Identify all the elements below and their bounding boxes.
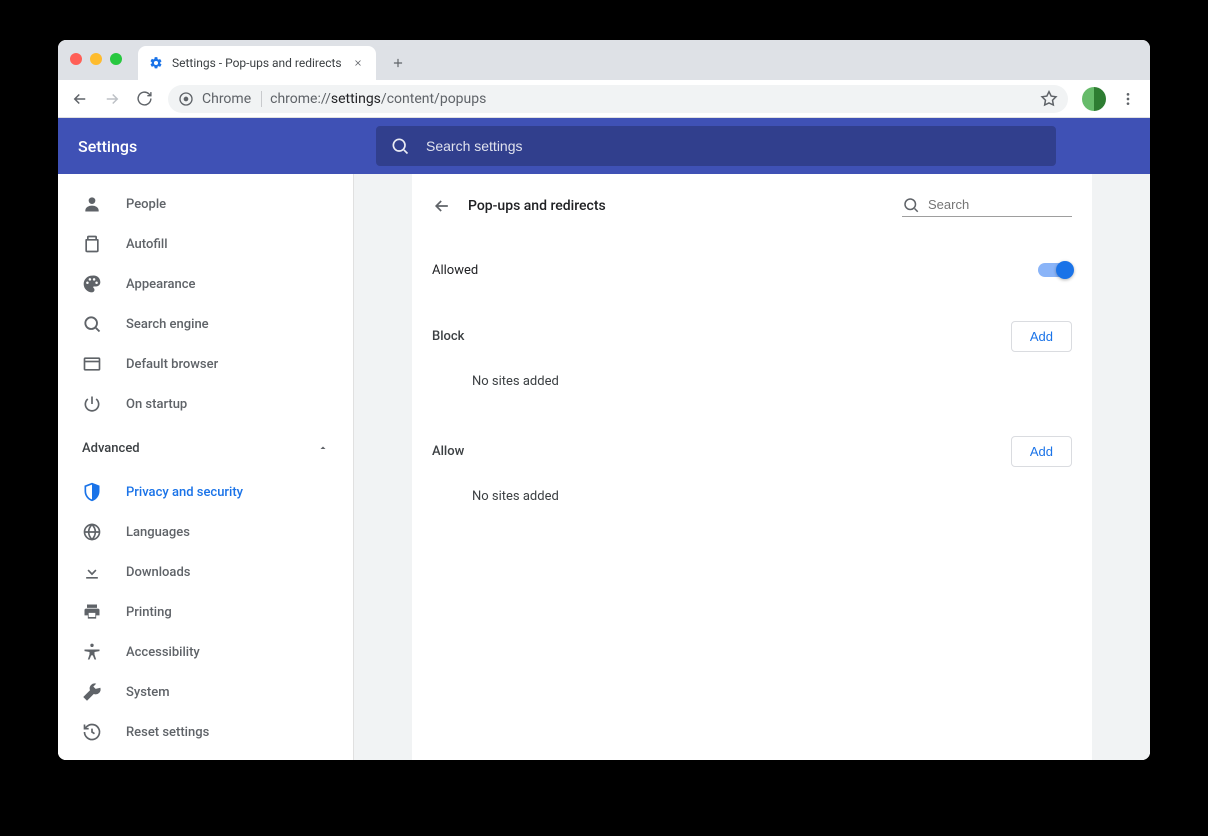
settings-body: People Autofill Appearance Search engine… — [58, 174, 1150, 760]
reload-button[interactable] — [130, 85, 158, 113]
browser-toolbar: Chrome chrome://settings/content/popups — [58, 80, 1150, 118]
settings-header: Settings — [58, 118, 1150, 174]
sidebar-item-system[interactable]: System — [58, 672, 353, 712]
close-window-button[interactable] — [70, 53, 82, 65]
tab-title: Settings - Pop-ups and redirects — [172, 56, 342, 70]
printer-icon — [82, 602, 102, 622]
page-title: Pop-ups and redirects — [468, 198, 606, 214]
bookmark-star-icon[interactable] — [1040, 90, 1058, 108]
sidebar-item-label: System — [126, 685, 170, 700]
window-controls — [70, 53, 122, 65]
wrench-icon — [82, 682, 102, 702]
chevron-up-icon — [317, 442, 329, 454]
settings-app-title: Settings — [78, 137, 356, 156]
sidebar-item-label: Reset settings — [126, 725, 209, 740]
content-area: Pop-ups and redirects Allowed — [354, 174, 1150, 760]
close-tab-button[interactable] — [350, 55, 366, 71]
sidebar-item-search-engine[interactable]: Search engine — [58, 304, 353, 344]
sidebar-item-label: People — [126, 197, 166, 212]
search-icon — [82, 314, 102, 334]
allow-empty-text: No sites added — [432, 475, 1072, 518]
forward-button[interactable] — [98, 85, 126, 113]
sidebar-item-label: Default browser — [126, 357, 218, 372]
sidebar-item-label: Search engine — [126, 317, 209, 332]
new-tab-button[interactable] — [384, 49, 412, 77]
sidebar-item-label: Accessibility — [126, 645, 200, 660]
clipboard-icon — [82, 234, 102, 254]
page-back-button[interactable] — [432, 196, 452, 216]
omnibox-url: chrome://settings/content/popups — [270, 91, 486, 107]
sidebar-item-people[interactable]: People — [58, 184, 353, 224]
back-button[interactable] — [66, 85, 94, 113]
browser-menu-button[interactable] — [1114, 85, 1142, 113]
minimize-window-button[interactable] — [90, 53, 102, 65]
download-icon — [82, 562, 102, 582]
toggle-knob — [1056, 261, 1074, 279]
block-add-button[interactable]: Add — [1011, 321, 1072, 352]
sidebar-item-label: Languages — [126, 525, 190, 540]
block-label: Block — [432, 329, 464, 344]
omnibox-chrome-label: Chrome — [202, 91, 262, 107]
allowed-toggle[interactable] — [1038, 263, 1072, 277]
search-icon — [390, 136, 410, 156]
sidebar-advanced-toggle[interactable]: Advanced — [58, 424, 353, 472]
accessibility-icon — [82, 642, 102, 662]
allow-section-header: Allow Add — [432, 427, 1072, 475]
profile-avatar[interactable] — [1082, 87, 1106, 111]
sidebar-item-label: Privacy and security — [126, 485, 243, 500]
tab-strip: Settings - Pop-ups and redirects — [58, 40, 1150, 80]
settings-sidebar: People Autofill Appearance Search engine… — [58, 174, 354, 760]
sidebar-item-appearance[interactable]: Appearance — [58, 264, 353, 304]
page-search-box[interactable] — [902, 196, 1072, 217]
sidebar-item-accessibility[interactable]: Accessibility — [58, 632, 353, 672]
maximize-window-button[interactable] — [110, 53, 122, 65]
sidebar-item-label: Appearance — [126, 277, 195, 292]
page-header: Pop-ups and redirects — [432, 174, 1072, 238]
allowed-label: Allowed — [432, 263, 478, 278]
person-icon — [82, 194, 102, 214]
content-card: Pop-ups and redirects Allowed — [412, 174, 1092, 760]
browser-tab[interactable]: Settings - Pop-ups and redirects — [138, 46, 376, 80]
shield-icon — [82, 482, 102, 502]
address-bar[interactable]: Chrome chrome://settings/content/popups — [168, 85, 1068, 113]
gear-icon — [148, 55, 164, 71]
palette-icon — [82, 274, 102, 294]
page-search-input[interactable] — [928, 197, 1072, 212]
sidebar-item-on-startup[interactable]: On startup — [58, 384, 353, 424]
block-section-header: Block Add — [432, 312, 1072, 360]
sidebar-item-label: Downloads — [126, 565, 190, 580]
sidebar-item-languages[interactable]: Languages — [58, 512, 353, 552]
sidebar-item-reset-settings[interactable]: Reset settings — [58, 712, 353, 752]
sidebar-item-label: Printing — [126, 605, 172, 620]
sidebar-item-printing[interactable]: Printing — [58, 592, 353, 632]
power-icon — [82, 394, 102, 414]
settings-search-input[interactable] — [426, 138, 1042, 154]
sidebar-item-privacy-security[interactable]: Privacy and security — [58, 472, 353, 512]
block-empty-text: No sites added — [432, 360, 1072, 403]
restore-icon — [82, 722, 102, 742]
browser-window: Settings - Pop-ups and redirects Chrome … — [58, 40, 1150, 760]
browser-window-icon — [82, 354, 102, 374]
settings-search-box[interactable] — [376, 126, 1056, 166]
allowed-row: Allowed — [432, 238, 1072, 302]
sidebar-item-label: On startup — [126, 397, 187, 412]
chrome-icon — [178, 91, 194, 107]
search-icon — [902, 196, 920, 214]
sidebar-item-autofill[interactable]: Autofill — [58, 224, 353, 264]
sidebar-item-downloads[interactable]: Downloads — [58, 552, 353, 592]
allow-add-button[interactable]: Add — [1011, 436, 1072, 467]
sidebar-advanced-label: Advanced — [82, 441, 140, 456]
sidebar-item-label: Autofill — [126, 237, 168, 252]
globe-icon — [82, 522, 102, 542]
allow-label: Allow — [432, 444, 464, 459]
sidebar-item-default-browser[interactable]: Default browser — [58, 344, 353, 384]
